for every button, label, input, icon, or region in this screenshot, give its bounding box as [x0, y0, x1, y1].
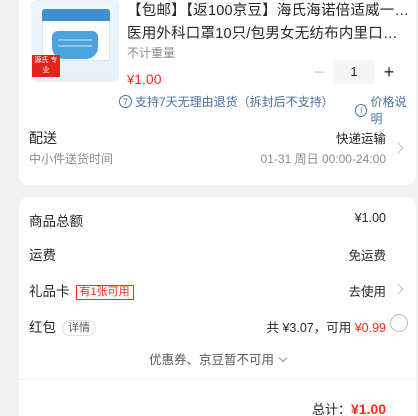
product-weight: 不计重量 [127, 46, 176, 60]
product-title-line1: 【包邮】【返100京豆】海氏海诺倍适威一次性 [127, 3, 409, 19]
coupon-note[interactable]: 优惠券、京豆暂不可用 [19, 349, 416, 368]
chevron-right-icon[interactable] [392, 283, 404, 295]
goods-total-label: 商品总额 [29, 214, 83, 229]
giftcard-row[interactable]: 礼品卡 有1张可用 去使用 [29, 280, 416, 302]
delivery-label: 配送 [29, 130, 57, 146]
quantity-input[interactable]: 1 [333, 60, 375, 84]
freight-value: 免运费 [348, 249, 386, 263]
chevron-right-icon[interactable] [392, 142, 404, 154]
info-icon: i [355, 103, 368, 117]
divider [19, 379, 416, 380]
quantity-minus-button[interactable]: − [305, 58, 333, 86]
total-label: 总计： [311, 402, 351, 416]
giftcard-label: 礼品卡 [29, 284, 70, 299]
product-card: 源氏 专业 【包邮】【返100京豆】海氏海诺倍适威一次性 医用外科口罩10只/包… [19, 0, 416, 185]
quantity-plus-button[interactable]: + [375, 58, 403, 86]
redpacket-radio[interactable] [390, 314, 408, 332]
return-policy-text: 支持7天无理由退货（拆封后不支持） [135, 95, 334, 109]
redpacket-label: 红包 [29, 320, 56, 335]
return-policy[interactable]: 7 支持7天无理由退货（拆封后不支持） [119, 93, 334, 110]
return-7day-icon: 7 [119, 95, 132, 108]
delivery-sub: 中小件送货时间 [29, 152, 114, 166]
total-value: ¥1.00 [350, 401, 386, 416]
quantity-stepper: − 1 + [305, 58, 403, 86]
redpacket-total: 共 ¥3.07，可用 [266, 321, 355, 335]
goods-total-value: ¥1.00 [354, 211, 386, 225]
thumb-stripe [42, 9, 110, 21]
redpacket-info: 共 ¥3.07，可用 ¥0.99 [266, 317, 386, 336]
giftcard-label-group: 礼品卡 有1张可用 [29, 280, 134, 300]
redpacket-row: 红包 详情 共 ¥3.07，可用 ¥0.99 [29, 314, 416, 338]
giftcard-use[interactable]: 去使用 [348, 281, 386, 300]
summary-card: 商品总额 ¥1.00 运费 免运费 礼品卡 有1张可用 去使用 红包 详情 共 ¥3… [19, 197, 416, 416]
product-title-line2: 医用外科口罩10只/包男女无纺布内里口罩防... [127, 26, 409, 42]
chevron-down-icon [278, 353, 288, 363]
giftcard-badge: 有1张可用 [75, 285, 134, 300]
freight-label: 运费 [29, 248, 56, 263]
delivery-time[interactable]: 01-31 周日 00:00-24:00 [261, 150, 386, 167]
price-info-text: 价格说明 [370, 95, 407, 126]
price-info-link[interactable]: i 价格说明 [355, 93, 416, 127]
redpacket-detail-button[interactable]: 详情 [62, 320, 96, 336]
thumb-tag: 源氏 专业 [32, 55, 60, 77]
redpacket-available: ¥0.99 [354, 321, 386, 335]
coupon-text: 优惠券、京豆暂不可用 [148, 353, 274, 367]
order-total: 总计：¥1.00 [312, 399, 386, 416]
goods-total-row: 商品总额 ¥1.00 [29, 210, 416, 232]
delivery-type[interactable]: 快递运输 [336, 128, 386, 147]
product-title[interactable]: 【包邮】【返100京豆】海氏海诺倍适威一次性 医用外科口罩10只/包男女无纺布内… [127, 0, 409, 46]
product-thumbnail[interactable]: 源氏 专业 [31, 0, 119, 82]
freight-row: 运费 免运费 [29, 244, 416, 266]
product-price: ¥1.00 [127, 71, 161, 87]
price-value: 1.00 [134, 71, 162, 87]
redpacket-label-group: 红包 详情 [29, 316, 96, 336]
